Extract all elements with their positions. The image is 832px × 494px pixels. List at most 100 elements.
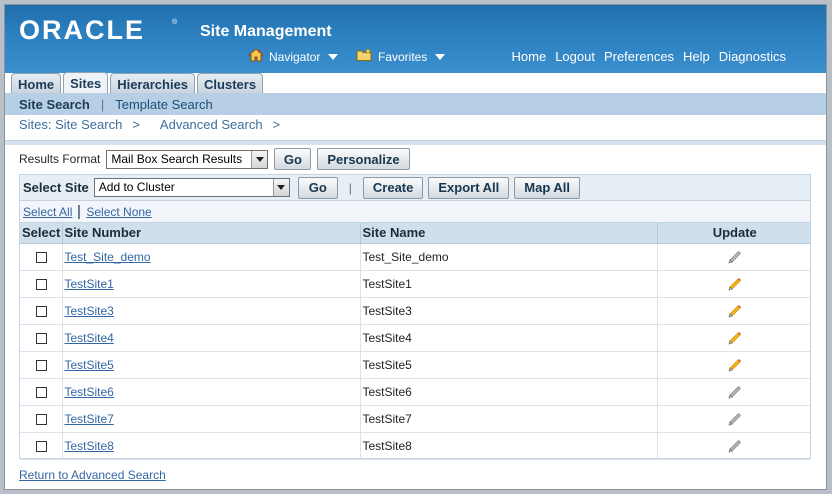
map-all-button[interactable]: Map All — [514, 176, 581, 199]
toolbar-separator: | — [348, 180, 352, 195]
site-number-link[interactable]: TestSite4 — [65, 331, 114, 345]
column-header-update: Update — [657, 223, 810, 244]
results-format-row: Results Format Mail Box Search Results G… — [19, 148, 410, 170]
oracle-logo: ORACLE — [19, 15, 145, 45]
update-cell — [657, 270, 810, 298]
app-window: ORACLE ® Site Management Navigator Favor… — [4, 4, 827, 490]
global-link-home[interactable]: Home — [512, 49, 547, 64]
site-name-cell: TestSite1 — [360, 270, 658, 298]
navigator-menu[interactable]: Navigator — [247, 48, 339, 65]
pencil-icon — [727, 438, 743, 452]
breadcrumb-site-search[interactable]: Sites: Site Search — [19, 117, 122, 132]
site-number-link[interactable]: Test_Site_demo — [65, 250, 151, 264]
pencil-icon[interactable] — [727, 303, 743, 317]
dropdown-arrow-icon — [272, 179, 289, 196]
update-cell — [657, 432, 810, 460]
pencil-icon[interactable] — [727, 276, 743, 290]
site-number-cell: TestSite7 — [62, 405, 361, 433]
site-name-cell: TestSite5 — [360, 351, 658, 379]
site-number-link[interactable]: TestSite6 — [65, 385, 114, 399]
select-site-action-select[interactable]: Add to Cluster — [93, 178, 290, 197]
row-checkbox[interactable] — [36, 305, 48, 317]
breadcrumb-arrow: > — [272, 117, 281, 132]
breadcrumb-advanced-search[interactable]: Advanced Search — [160, 117, 263, 132]
logo-registered-mark: ® — [172, 19, 178, 26]
table-row: TestSite6 TestSite6 — [20, 378, 810, 406]
chevron-down-icon — [328, 53, 339, 60]
create-button[interactable]: Create — [362, 176, 424, 199]
subtab-template-search[interactable]: Template Search — [115, 97, 213, 112]
action-go-button[interactable]: Go — [297, 176, 338, 199]
pencil-icon[interactable] — [727, 330, 743, 344]
favorites-menu[interactable]: Favorites — [356, 47, 446, 65]
select-none-link[interactable]: Select None — [86, 205, 151, 219]
update-cell — [657, 378, 810, 406]
site-name-cell: TestSite7 — [360, 405, 658, 433]
site-number-link[interactable]: TestSite5 — [65, 358, 114, 372]
row-checkbox[interactable] — [36, 332, 48, 344]
tab-clusters[interactable]: Clusters — [197, 73, 264, 94]
table-row: TestSite8 TestSite8 — [20, 432, 810, 460]
site-name-cell: TestSite3 — [360, 297, 658, 325]
table-control-bar: Select Site Add to Cluster Go | Create E… — [20, 175, 810, 201]
row-checkbox[interactable] — [36, 359, 48, 371]
site-number-link[interactable]: TestSite1 — [65, 277, 114, 291]
branding-header: ORACLE ® Site Management Navigator Favor… — [5, 5, 826, 73]
site-number-cell: TestSite6 — [62, 378, 361, 406]
row-checkbox[interactable] — [36, 251, 48, 263]
pencil-icon — [727, 384, 743, 398]
row-checkbox[interactable] — [36, 386, 48, 398]
site-number-link[interactable]: TestSite8 — [65, 439, 114, 453]
site-number-cell: TestSite4 — [62, 324, 361, 352]
results-table-region: Select Site Add to Cluster Go | Create E… — [19, 174, 811, 460]
column-header-select: Select — [20, 223, 63, 244]
pencil-icon — [727, 249, 743, 263]
return-link-wrap: Return to Advanced Search — [19, 468, 166, 482]
breadcrumb-arrow: > — [132, 117, 140, 132]
column-header-site-name[interactable]: Site Name — [360, 223, 658, 244]
results-format-select[interactable]: Mail Box Search Results — [106, 149, 269, 169]
global-link-diagnostics[interactable]: Diagnostics — [719, 49, 786, 64]
row-select-cell — [20, 432, 63, 460]
column-header-site-number[interactable]: Site Number — [62, 223, 361, 244]
pencil-icon[interactable] — [727, 357, 743, 371]
global-link-help[interactable]: Help — [683, 49, 710, 64]
main-tabs: Home Sites Hierarchies Clusters — [11, 72, 264, 94]
row-checkbox[interactable] — [36, 440, 48, 452]
site-number-cell: Test_Site_demo — [62, 243, 361, 271]
table-row: TestSite7 TestSite7 — [20, 405, 810, 433]
select-links-bar: Select All Select None — [20, 201, 810, 223]
chevron-down-icon — [435, 53, 446, 60]
sub-tabs: Site Search | Template Search — [5, 93, 826, 115]
global-link-logout[interactable]: Logout — [555, 49, 595, 64]
site-number-link[interactable]: TestSite7 — [65, 412, 114, 426]
tab-sites[interactable]: Sites — [63, 72, 109, 94]
row-select-cell — [20, 405, 63, 433]
tab-hierarchies[interactable]: Hierarchies — [110, 73, 196, 94]
row-select-cell — [20, 378, 63, 406]
table-row: Test_Site_demo Test_Site_demo — [20, 243, 810, 271]
global-link-preferences[interactable]: Preferences — [604, 49, 674, 64]
export-all-button[interactable]: Export All — [428, 176, 510, 199]
row-select-cell — [20, 243, 63, 271]
table-row: TestSite5 TestSite5 — [20, 351, 810, 379]
row-checkbox[interactable] — [36, 278, 48, 290]
site-name-cell: TestSite6 — [360, 378, 658, 406]
row-checkbox[interactable] — [36, 413, 48, 425]
row-select-cell — [20, 351, 63, 379]
personalize-button[interactable]: Personalize — [317, 148, 410, 170]
subtab-site-search[interactable]: Site Search — [19, 97, 90, 112]
site-name-cell: TestSite4 — [360, 324, 658, 352]
tab-home[interactable]: Home — [11, 73, 62, 94]
site-number-cell: TestSite8 — [62, 432, 361, 460]
dropdown-arrow-icon — [251, 150, 268, 168]
update-cell — [657, 405, 810, 433]
select-all-link[interactable]: Select All — [23, 205, 72, 219]
table-row: TestSite4 TestSite4 — [20, 324, 810, 352]
return-to-advanced-search-link[interactable]: Return to Advanced Search — [19, 468, 166, 482]
site-number-link[interactable]: TestSite3 — [65, 304, 114, 318]
update-cell — [657, 351, 810, 379]
house-icon — [247, 48, 265, 65]
results-go-button[interactable]: Go — [274, 148, 312, 170]
site-number-cell: TestSite3 — [62, 297, 361, 325]
